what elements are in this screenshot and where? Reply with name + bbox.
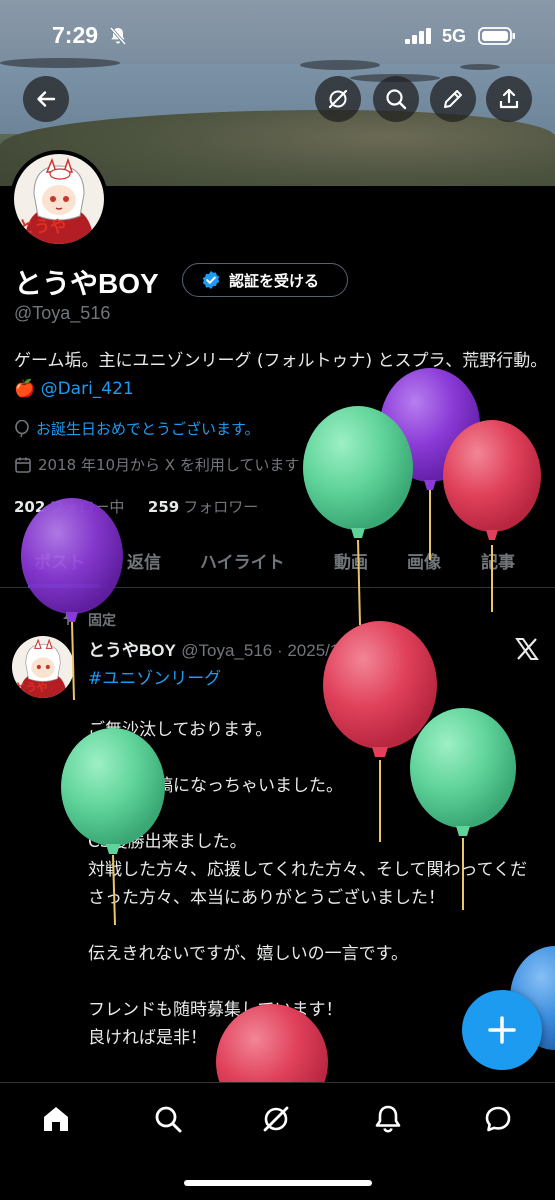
following-link[interactable]: 202 フォロー中: [14, 498, 124, 516]
post-paragraph: 後日の投稿になっちゃいました。: [88, 776, 343, 796]
birthday-text[interactable]: お誕生日おめでとうございます。: [36, 418, 260, 439]
post-paragraph: ご無沙汰しております。: [88, 720, 273, 740]
post-author-avatar[interactable]: とうや: [12, 636, 74, 698]
post-hashtag[interactable]: #ユニゾンリーグ: [88, 664, 221, 689]
profile-bio: ゲーム垢。主にユニゾンリーグ (フォルトゥナ) とスプラ、荒野行動。 🍎 @Da…: [14, 347, 554, 403]
network-type: 5G: [442, 26, 467, 46]
status-bar: 7:29 5G: [0, 0, 555, 66]
post-paragraph: 伝えきれないですが、嬉しいの一言です。: [88, 944, 408, 964]
followers-label: フォロワー: [183, 498, 259, 516]
avatar-image: とうや: [14, 154, 104, 244]
active-tab-indicator: [28, 584, 100, 588]
share-icon: [499, 88, 519, 109]
followers-count: 259: [147, 498, 180, 516]
balloon: [303, 406, 413, 626]
profile-tabs: ポスト 返信 ハイライト 動画 画像 記事: [0, 536, 555, 588]
tab-videos[interactable]: 動画: [334, 548, 368, 573]
post-paragraph: 対戦した方々、応援してくれた方々、そして関わってくださった方々、本当にありがとう…: [88, 860, 528, 908]
grok-icon: [328, 89, 348, 109]
compose-post-button[interactable]: [462, 990, 542, 1070]
search-button[interactable]: [373, 76, 419, 122]
signal-icon: [405, 28, 431, 44]
pinned-label: 固定: [88, 613, 116, 629]
grok-button[interactable]: [315, 76, 361, 122]
tab-replies[interactable]: 返信: [127, 548, 161, 573]
avatar-image: とうや: [12, 636, 74, 698]
bio-mention-link[interactable]: @Dari_421: [41, 379, 134, 399]
birthday-row: お誕生日おめでとうございます。: [14, 418, 260, 439]
verified-badge-icon: [202, 271, 220, 289]
pencil-icon: [444, 90, 462, 108]
bio-text: ゲーム垢。主にユニゾンリーグ (フォルトゥナ) とスプラ、荒野行動。: [14, 351, 548, 371]
search-icon: [386, 89, 407, 110]
svg-text:とうや: とうや: [15, 681, 48, 694]
post-body: ご無沙汰しております。 後日の投稿になっちゃいました。 CS優勝出来ました。 対…: [88, 716, 538, 1052]
follow-stats: 202 フォロー中 259 フォロワー: [14, 496, 258, 517]
profile-name: とうやBOY: [14, 268, 159, 299]
x-logo-icon[interactable]: [514, 636, 540, 662]
joined-row: 2018 年10月から X を利用しています: [14, 454, 315, 475]
profile-handle: @Toya_516: [14, 303, 111, 323]
calendar-icon: [15, 457, 31, 473]
search-icon[interactable]: [152, 1103, 184, 1135]
post-meta: @Toya_516 · 2025/12/03: [181, 641, 373, 660]
grok-icon[interactable]: [260, 1103, 292, 1135]
share-button[interactable]: [486, 76, 532, 122]
post-header: とうやBOY @Toya_516 · 2025/12/03: [88, 636, 372, 661]
tab-media[interactable]: 画像: [407, 548, 441, 573]
edit-button[interactable]: [430, 76, 476, 122]
arrow-left-icon: [37, 91, 56, 107]
following-label: フォロー中: [49, 498, 125, 516]
profile-avatar[interactable]: とうや: [10, 150, 108, 248]
following-count: 202: [14, 498, 46, 516]
tab-posts[interactable]: ポスト: [34, 548, 85, 573]
balloon-icon: [15, 419, 29, 437]
svg-text:とうや: とうや: [18, 217, 66, 236]
back-button[interactable]: [23, 76, 69, 122]
tab-highlights[interactable]: ハイライト: [200, 548, 285, 573]
bell-off-icon: [109, 27, 127, 45]
get-verified-label: 認証を受ける: [229, 271, 320, 290]
apple-emoji: 🍎: [14, 379, 36, 399]
post-author-name[interactable]: とうやBOY: [88, 641, 176, 660]
plus-icon: [488, 1016, 516, 1044]
notifications-icon[interactable]: [372, 1103, 404, 1135]
followers-link[interactable]: 259 フォロワー: [148, 498, 258, 516]
tab-articles[interactable]: 記事: [481, 548, 515, 573]
home-indicator: [184, 1180, 372, 1186]
chevron-right-icon: [307, 458, 315, 471]
joined-text: 2018 年10月から X を利用しています: [38, 456, 300, 474]
get-verified-button[interactable]: 認証を受ける: [182, 263, 348, 297]
pin-icon: [63, 611, 73, 625]
status-time: 7:29: [52, 22, 99, 48]
messages-icon[interactable]: [482, 1103, 514, 1135]
post-paragraph: CS優勝出来ました。: [88, 832, 247, 852]
home-icon[interactable]: [40, 1103, 72, 1135]
battery-icon: [478, 27, 515, 45]
